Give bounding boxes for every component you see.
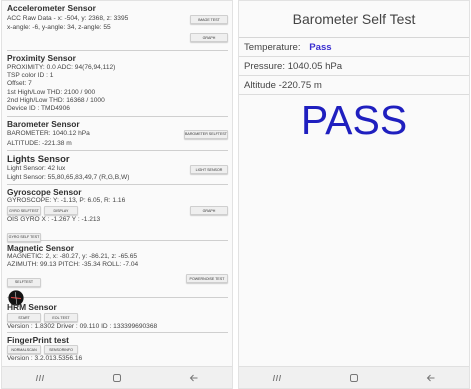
acc-angles: x-angle: -6, y-angle: 34, z-angle: 55 (7, 24, 111, 31)
acc-graph-button[interactable]: GRAPH (190, 33, 228, 43)
acc-raw-data: ACC Raw Data - x: -504, y: 2368, z: 3395 (7, 15, 129, 23)
proximity-value: PROXIMITY: 0.0 ADC: 94(76,94,112) (7, 64, 116, 71)
left-navigation-bar (2, 366, 232, 388)
proximity-title: Proximity Sensor (7, 53, 76, 63)
fingerprint-version: Version : 3.2.013.5356.16 (7, 355, 83, 362)
hrm-version-info: Version : 1.8302 Driver : 09.110 ID : 13… (7, 323, 158, 330)
temperature-row: Temperature: Pass (239, 38, 469, 57)
device-id: Device ID : TMD4906 (7, 105, 70, 113)
barometer-value: BAROMETER: 1040.12 hPa (7, 129, 90, 137)
gyro-self-test-button[interactable]: GYRO SELF TEST (7, 232, 41, 242)
light-rgbw: Light Sensor: 55,80,65,83,49,7 (R,G,B,W) (7, 174, 130, 181)
barometer-title: Barometer Sensor (7, 119, 80, 129)
tsp-color-id: TSP color ID : 1 (7, 72, 54, 80)
home-icon[interactable] (107, 371, 127, 385)
normalscan-button[interactable]: NORMALSCAN (7, 345, 41, 354)
gyro-selftest-button[interactable]: GYRO SELFTEST (7, 206, 41, 216)
sensor-test-list[interactable]: Accelerometer Sensor ACC Raw Data - x: -… (2, 1, 232, 366)
magnetic-value: MAGNETIC: 2, x: -80.27, y: -86.21, z: -6… (7, 253, 138, 260)
home-icon[interactable] (344, 371, 364, 385)
accelerometer-title: Accelerometer Sensor (7, 3, 96, 13)
barometer-section: Barometer Sensor BAROMETER: 1040.12 hPa … (7, 117, 228, 151)
hrm-title: HRM Sensor (7, 302, 57, 312)
left-phone-screen: Accelerometer Sensor ACC Raw Data - x: -… (1, 0, 233, 389)
light-sensor-button[interactable]: LIGHT SENSOR (190, 165, 228, 174)
ois-gyro-value: OIS GYRO X : -1.267 Y : -1.213 (7, 216, 101, 224)
magnetic-title: Magnetic Sensor (7, 243, 75, 253)
gyroscope-value: GYROSCOPE: Y: -1.13, P: 6.05, R: 1.16 (7, 197, 126, 204)
magnetic-section: Magnetic Sensor MAGNETIC: 2, x: -80.27, … (7, 241, 228, 307)
right-navigation-bar (239, 366, 469, 388)
lights-section: Lights Sensor Light Sensor: 42 lux LIGHT… (7, 151, 228, 185)
second-thd: 2nd High/Low THD: 16368 / 1000 (7, 96, 105, 104)
hrm-eol-test-button[interactable]: EOL TEST (44, 313, 78, 322)
gyroscope-section: Gyroscope Sensor GYROSCOPE: Y: -1.13, P:… (7, 185, 228, 242)
altitude-value: ALTITUDE: -221.38 m (7, 140, 72, 147)
right-phone-screen: Barometer Self Test Temperature: Pass Pr… (238, 0, 470, 389)
pass-result-text: PASS (300, 97, 408, 143)
temperature-result: Pass (309, 42, 332, 53)
back-icon[interactable] (421, 371, 441, 385)
hrm-section: HRM Sensor START EOL TEST Version : 1.83… (7, 298, 228, 333)
powernoise-test-button[interactable]: POWERNOISE TEST (186, 274, 228, 284)
lights-title: Lights Sensor (7, 153, 70, 164)
light-lux: Light Sensor: 42 lux (7, 165, 66, 173)
accelerometer-section: Accelerometer Sensor ACC Raw Data - x: -… (7, 3, 228, 51)
recent-apps-icon[interactable] (30, 371, 50, 385)
temperature-label: Temperature: (244, 42, 301, 53)
fingerprint-section: FingerPrint test NORMALSCAN SENSORINFO V… (7, 333, 228, 362)
magnetic-selftest-button[interactable]: SELFTEST (7, 277, 41, 287)
gyro-graph-button[interactable]: GRAPH (190, 206, 228, 216)
hrm-start-button[interactable]: START (7, 313, 41, 322)
altitude-row: Altitude -220.75 m (239, 76, 469, 95)
back-icon[interactable] (184, 371, 204, 385)
sensorinfo-button[interactable]: SENSORINFO (44, 345, 78, 354)
gyroscope-title: Gyroscope Sensor (7, 187, 82, 197)
pressure-row: Pressure: 1040.05 hPa (239, 57, 469, 76)
image-test-button[interactable]: IMAGE TEST (190, 15, 228, 24)
barometer-selftest-button[interactable]: BAROMETER SELFTEST (184, 129, 228, 139)
proximity-offset: Offset: 7 (7, 80, 32, 88)
first-thd: 1st High/Low THD: 2100 / 900 (7, 88, 96, 96)
proximity-section: Proximity Sensor PROXIMITY: 0.0 ADC: 94(… (7, 51, 228, 117)
recent-apps-icon[interactable] (267, 371, 287, 385)
fingerprint-title: FingerPrint test (7, 335, 69, 345)
barometer-self-test-title: Barometer Self Test (239, 1, 469, 38)
azimuth-pitch-roll: AZIMUTH: 99.13 PITCH: -35.34 ROLL: -7.04 (7, 261, 139, 269)
gyro-display-button[interactable]: DISPLAY (44, 206, 78, 216)
